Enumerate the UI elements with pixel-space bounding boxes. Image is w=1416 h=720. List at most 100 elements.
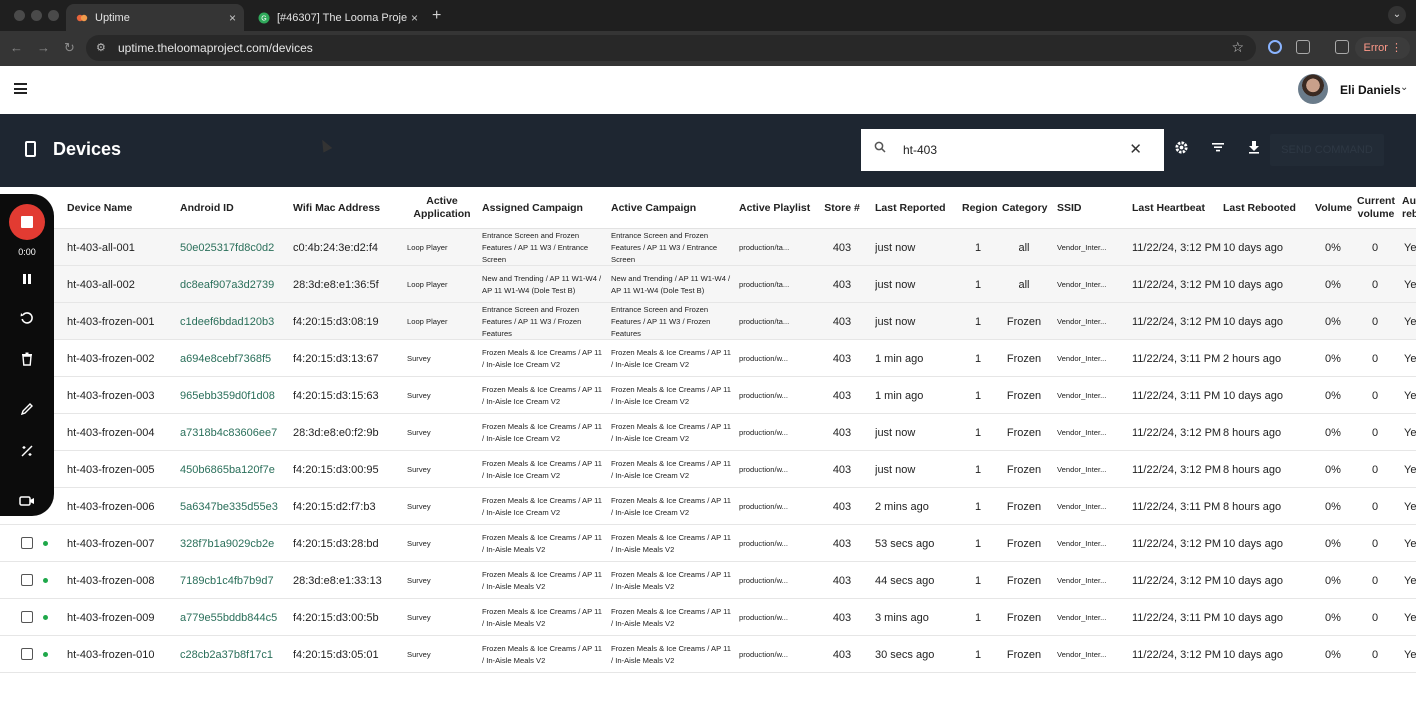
android-id-link[interactable]: 965ebb359d0f1d08 [180, 377, 290, 414]
trash-icon[interactable] [0, 352, 54, 369]
effects-sparkle-icon[interactable] [0, 444, 54, 461]
column-header[interactable]: Android ID [180, 187, 290, 229]
window-close-button[interactable] [14, 10, 25, 21]
active-campaign-cell: Frozen Meals & Ice Creams / AP 11 / In-A… [611, 569, 732, 591]
table-row[interactable]: ht-403-all-002 dc8eaf907a3d2739 28:3d:e8:e… [0, 266, 1416, 303]
row-checkbox[interactable] [21, 574, 33, 586]
android-id-link[interactable]: c1deef6bdad120b3 [180, 303, 290, 340]
android-id-link[interactable]: 5a6347be335d55e3 [180, 488, 290, 525]
table-row[interactable]: ht-403-frozen-007 328f7b1a9029cb2e f4:20:1… [0, 525, 1416, 562]
table-row[interactable]: ht-403-frozen-006 5a6347be335d55e3 f4:20:1… [0, 488, 1416, 525]
column-header[interactable]: Last Reported [875, 187, 960, 229]
column-header[interactable]: Wifi Mac Address [293, 187, 403, 229]
assigned-campaign-cell: New and Trending / AP 11 W1-W4 / AP 11 W… [482, 273, 602, 295]
avatar[interactable] [1298, 74, 1328, 104]
android-id-link[interactable]: dc8eaf907a3d2739 [180, 266, 290, 303]
site-settings-icon[interactable]: ⚙ [96, 41, 106, 54]
column-header[interactable]: Volume [1315, 187, 1355, 229]
table-row[interactable]: ht-403-frozen-002 a694e8cebf7368f5 f4:20:1… [0, 340, 1416, 377]
auto-reboot-cell: Ye [1404, 241, 1416, 254]
table-row[interactable]: ht-403-frozen-003 965ebb359d0f1d08 f4:20:1… [0, 377, 1416, 414]
tab-search-chevron-icon[interactable]: ⌄ [1388, 6, 1406, 24]
menu-hamburger-icon[interactable] [14, 83, 27, 94]
extensions-puzzle-icon[interactable] [1296, 40, 1310, 54]
restart-icon[interactable] [0, 311, 54, 328]
android-id-link[interactable]: a779e55bddb844c5 [180, 599, 290, 636]
row-checkbox[interactable] [21, 611, 33, 623]
search-input[interactable] [903, 141, 1123, 159]
profile-icon[interactable] [1335, 40, 1349, 54]
active-application-cell: Survey [407, 649, 431, 659]
column-header[interactable]: Current volume [1357, 187, 1395, 229]
volume-cell: 0% [1325, 352, 1341, 365]
ssid-cell: Vendor_Inter... [1057, 464, 1107, 474]
column-header[interactable]: Device Name [67, 187, 177, 229]
tab-close-icon[interactable]: × [229, 11, 236, 25]
android-id-link[interactable]: a7318b4c83606ee7 [180, 414, 290, 451]
clear-search-icon[interactable]: ✕ [1129, 140, 1142, 158]
extension-onepassword-icon[interactable] [1268, 40, 1282, 54]
new-tab-button[interactable]: + [432, 7, 441, 25]
android-id-link[interactable]: 7189cb1c4fb7b9d7 [180, 562, 290, 599]
window-minimize-button[interactable] [31, 10, 42, 21]
send-command-button[interactable]: SEND COMMAND [1270, 134, 1384, 166]
column-header[interactable]: Active Application [408, 187, 476, 229]
download-icon[interactable] [1247, 140, 1261, 158]
reload-icon[interactable]: ↻ [64, 40, 75, 56]
active-playlist-cell: production/ta... [739, 242, 790, 252]
active-campaign-cell: New and Trending / AP 11 W1-W4 / AP 11 W… [611, 273, 731, 295]
table-row[interactable]: ht-403-frozen-008 7189cb1c4fb7b9d7 28:3d:e… [0, 562, 1416, 599]
browser-error-badge[interactable]: Error ⋮ [1355, 37, 1410, 59]
stop-recording-button[interactable] [9, 204, 45, 240]
active-campaign-cell: Frozen Meals & Ice Creams / AP 11 / In-A… [611, 347, 732, 369]
store-number-cell: 403 [832, 648, 852, 661]
bookmark-star-icon[interactable]: ☆ [1231, 39, 1244, 56]
column-header[interactable]: Active Playlist [739, 187, 819, 229]
table-row[interactable]: ht-403-all-001 50e025317fd8c0d2 c0:4b:24:3… [0, 229, 1416, 266]
android-id-link[interactable]: 328f7b1a9029cb2e [180, 525, 290, 562]
table-row[interactable]: ht-403-frozen-005 450b6865ba120f7e f4:20:1… [0, 451, 1416, 488]
auto-reboot-cell: Ye [1404, 352, 1416, 365]
table-row[interactable]: ht-403-frozen-004 a7318b4c83606ee7 28:3d:e… [0, 414, 1416, 451]
camera-icon[interactable] [0, 494, 54, 510]
row-checkbox[interactable] [21, 537, 33, 549]
table-row[interactable]: ht-403-frozen-001 c1deef6bdad120b3 f4:20:1… [0, 303, 1416, 340]
address-bar[interactable]: ⚙ uptime.theloomaproject.com/devices ☆ [86, 35, 1256, 61]
mac-address-cell: 28:3d:e8:e1:33:13 [293, 574, 382, 587]
browser-tab-looma[interactable]: G [#46307] The Looma Project: × [248, 4, 426, 31]
column-header[interactable]: Region [962, 187, 998, 229]
column-header[interactable]: Active Campaign [611, 187, 736, 229]
chevron-down-icon[interactable]: ⌄ [1400, 82, 1408, 93]
window-zoom-button[interactable] [48, 10, 59, 21]
android-id-link[interactable]: c28cb2a37b8f17c1 [180, 636, 290, 673]
back-arrow-icon[interactable]: ← [10, 40, 23, 55]
column-header[interactable]: Category [1002, 187, 1052, 229]
search-field[interactable]: ✕ [861, 129, 1164, 171]
pause-icon[interactable] [0, 272, 54, 288]
column-header[interactable]: Last Heartbeat [1132, 187, 1218, 229]
column-header[interactable]: Assigned Campaign [482, 187, 607, 229]
column-header[interactable]: Store # [820, 187, 864, 229]
address-url[interactable]: uptime.theloomaproject.com/devices [118, 41, 313, 55]
android-id-link[interactable]: a694e8cebf7368f5 [180, 340, 290, 377]
forward-arrow-icon[interactable]: → [37, 40, 50, 55]
last-heartbeat-cell: 11/22/24, 3:11 PM [1132, 500, 1221, 513]
last-reported-cell: 2 mins ago [875, 500, 929, 513]
row-checkbox[interactable] [21, 648, 33, 660]
column-header[interactable]: Auto reboot [1402, 187, 1416, 229]
ssid-cell: Vendor_Inter... [1057, 316, 1107, 326]
browser-tab-uptime[interactable]: Uptime × [66, 4, 244, 31]
column-header[interactable]: SSID [1057, 187, 1117, 229]
last-heartbeat-cell: 11/22/24, 3:12 PM [1132, 241, 1222, 254]
tab-close-icon[interactable]: × [411, 11, 418, 25]
filter-icon[interactable] [1211, 140, 1225, 158]
settings-gear-icon[interactable] [1174, 140, 1189, 159]
tab-title: Uptime [95, 11, 130, 24]
android-id-link[interactable]: 450b6865ba120f7e [180, 451, 290, 488]
table-row[interactable]: ht-403-frozen-009 a779e55bddb844c5 f4:20:1… [0, 599, 1416, 636]
pencil-icon[interactable] [0, 402, 54, 419]
column-header[interactable]: Last Rebooted [1223, 187, 1298, 229]
user-name[interactable]: Eli Daniels [1340, 83, 1401, 97]
table-row[interactable]: ht-403-frozen-010 c28cb2a37b8f17c1 f4:20:1… [0, 636, 1416, 673]
android-id-link[interactable]: 50e025317fd8c0d2 [180, 229, 290, 266]
